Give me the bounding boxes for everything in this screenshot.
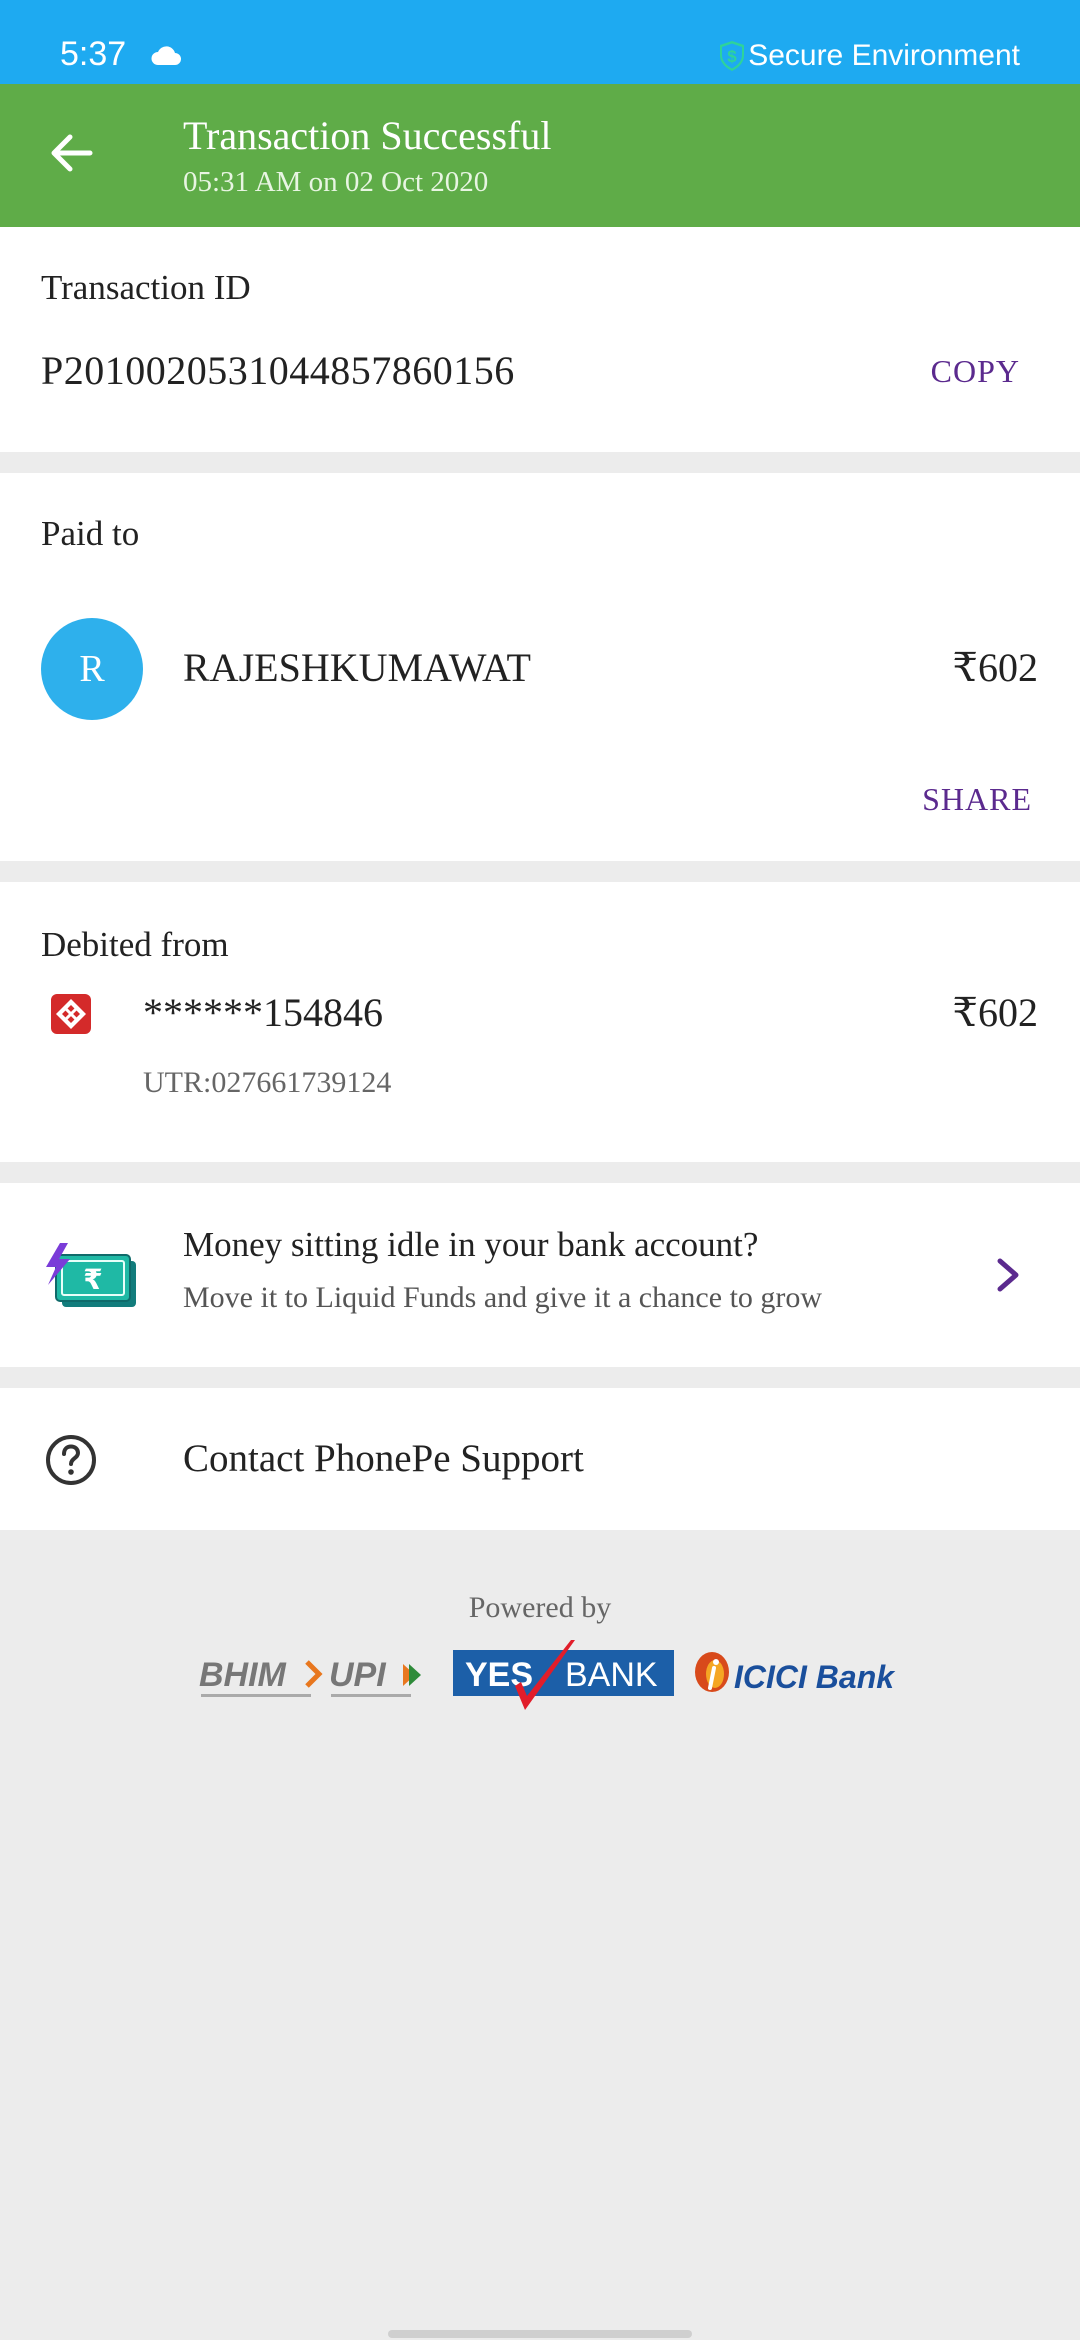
partner-logos: BHIM UPI YES BANK ICICI Bank xyxy=(195,1640,915,1720)
gesture-navigation-handle[interactable] xyxy=(388,2330,692,2338)
account-number: ******154846 xyxy=(143,990,383,1035)
page-title: Transaction Successful xyxy=(183,113,552,158)
bhim-logo-text: BHIM xyxy=(199,1656,287,1694)
icici-logo-text: ICICI Bank xyxy=(734,1659,896,1695)
paid-to-label: Paid to xyxy=(41,514,140,553)
bank-logo-text: BANK xyxy=(565,1656,658,1694)
shield-dollar-icon: $ xyxy=(720,41,745,71)
liquid-funds-promo[interactable]: ₹ Money sitting idle in your bank accoun… xyxy=(0,1183,1080,1367)
promo-subtitle: Move it to Liquid Funds and give it a ch… xyxy=(183,1281,823,1314)
promo-title: Money sitting idle in your bank account? xyxy=(183,1225,759,1264)
transaction-id-label: Transaction ID xyxy=(41,268,251,307)
bank-logo-icon xyxy=(51,994,91,1034)
powered-by-label: Powered by xyxy=(468,1591,612,1624)
status-bar: 5:37 $ Secure Environment xyxy=(0,0,1080,84)
contact-support-label: Contact PhonePe Support xyxy=(183,1437,584,1480)
debited-from-card: Debited from ******154846 ₹602 UTR:02766… xyxy=(0,882,1080,1162)
svg-text:₹: ₹ xyxy=(83,1263,102,1296)
secure-environment: $ Secure Environment xyxy=(718,38,1020,74)
status-time: 5:37 xyxy=(60,35,127,73)
bhim-upi-logo: BHIM UPI xyxy=(199,1656,421,1697)
contact-support-row[interactable]: Contact PhonePe Support xyxy=(0,1388,1080,1530)
paid-amount: ₹602 xyxy=(952,645,1038,690)
payee-name: RAJESHKUMAWAT xyxy=(183,645,531,690)
back-arrow-icon[interactable] xyxy=(46,128,96,178)
avatar: R xyxy=(41,618,143,720)
transaction-timestamp: 05:31 AM on 02 Oct 2020 xyxy=(183,166,489,198)
utr-number: UTR:027661739124 xyxy=(143,1066,392,1099)
debited-amount: ₹602 xyxy=(952,990,1038,1035)
svg-text:$: $ xyxy=(727,47,737,66)
cloud-icon xyxy=(151,46,181,65)
money-icon: ₹ xyxy=(46,1243,136,1307)
secure-environment-label: Secure Environment xyxy=(748,39,1020,72)
transaction-id-value: P2010020531044857860156 xyxy=(41,348,515,393)
transaction-id-card: Transaction ID P2010020531044857860156 C… xyxy=(0,227,1080,452)
paid-to-card: Paid to R RAJESHKUMAWAT ₹602 SHARE xyxy=(0,473,1080,861)
copy-button[interactable]: COPY xyxy=(931,351,1020,391)
yes-bank-logo: YES BANK xyxy=(453,1640,674,1710)
share-button[interactable]: SHARE xyxy=(922,779,1032,819)
upi-logo-text: UPI xyxy=(329,1656,387,1694)
app-header: Transaction Successful 05:31 AM on 02 Oc… xyxy=(0,84,1080,227)
debited-from-label: Debited from xyxy=(41,925,229,964)
help-icon xyxy=(46,1435,96,1485)
icici-bank-logo: ICICI Bank xyxy=(695,1652,896,1695)
chevron-right-icon[interactable] xyxy=(990,1255,1026,1295)
